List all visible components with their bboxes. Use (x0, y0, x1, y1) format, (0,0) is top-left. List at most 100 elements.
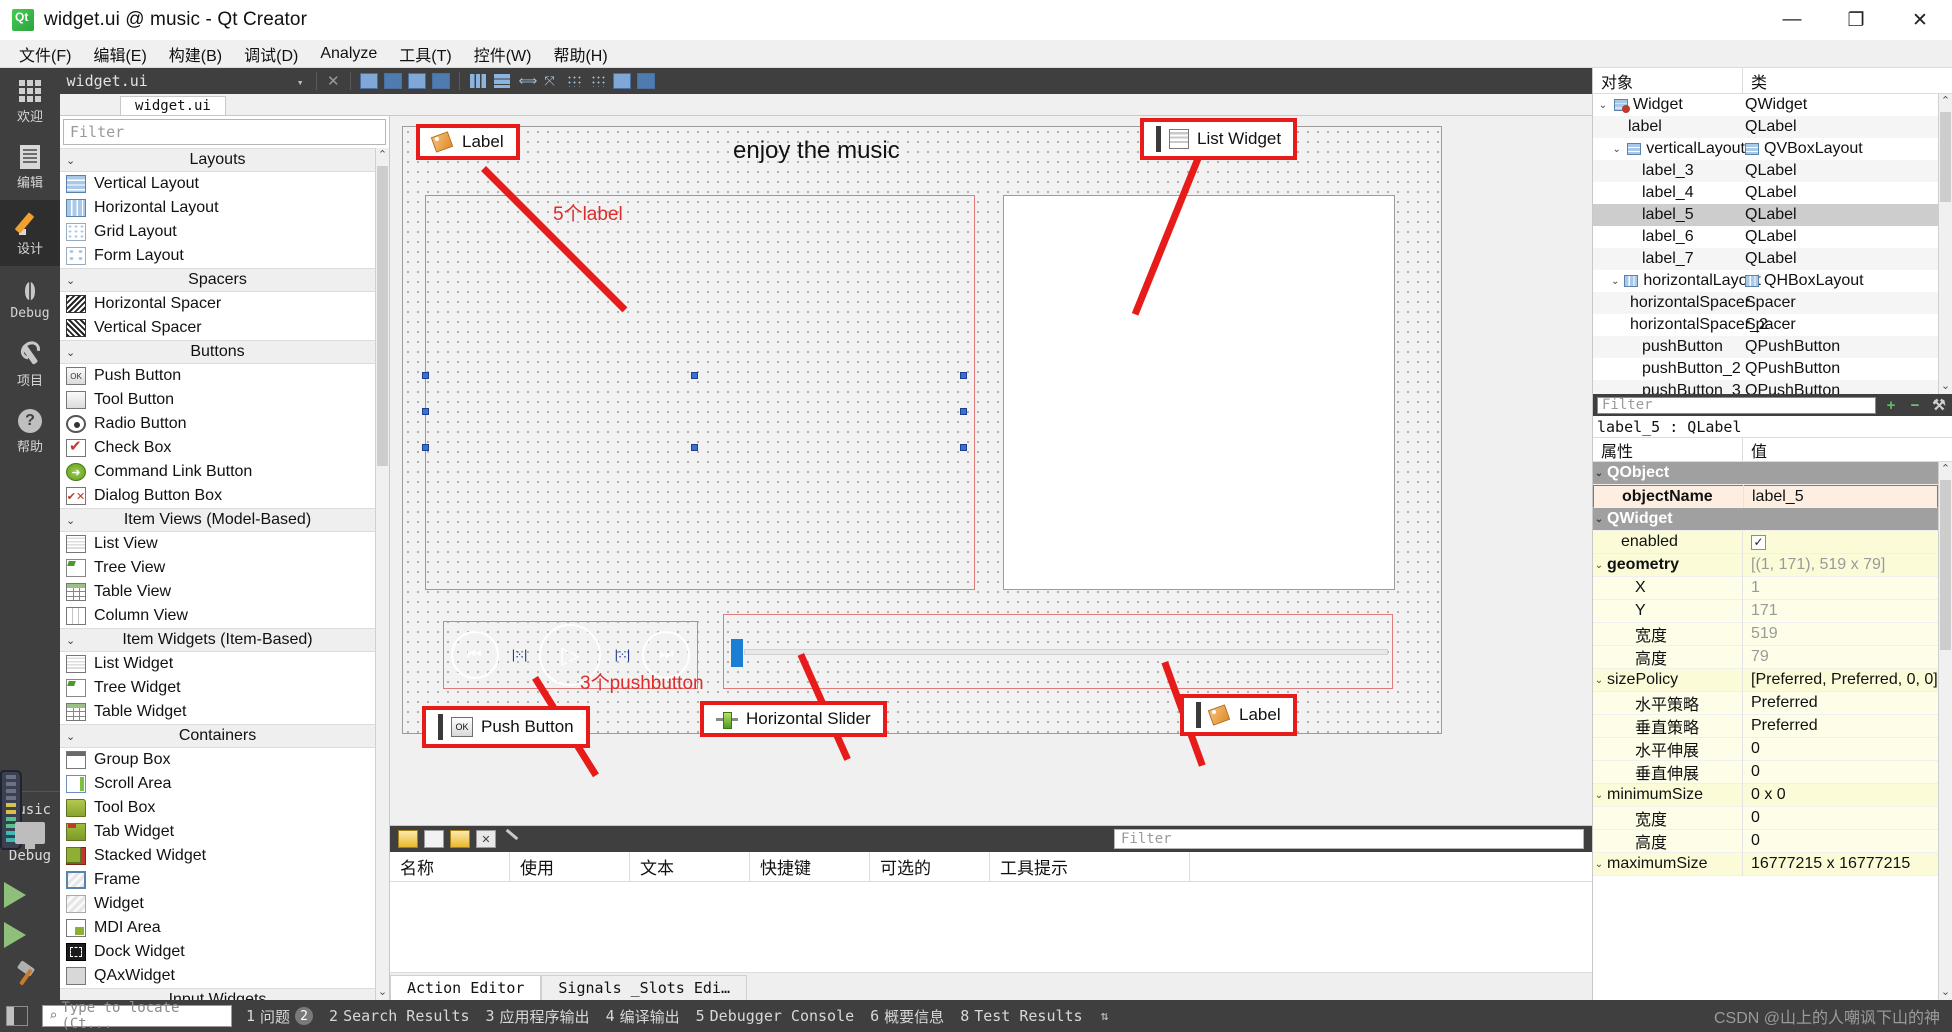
output-pane-编译输出[interactable]: 4 编译输出 (606, 1006, 680, 1027)
object-row-label_7[interactable]: label_7 QLabel (1593, 248, 1938, 270)
property-row-maximumSize[interactable]: ⌄ maximumSize 16777215 x 16777215 (1593, 852, 1938, 876)
property-row-高度[interactable]: 高度 0 (1593, 829, 1938, 853)
mode-edit[interactable]: 编辑 (0, 134, 60, 200)
widget-item-horizontal-spacer[interactable]: Horizontal Spacer (60, 292, 375, 316)
selection-handle[interactable] (422, 444, 429, 451)
widget-item-qaxwidget[interactable]: QAxWidget (60, 964, 375, 988)
menu-item-2[interactable]: 构建(B) (158, 39, 233, 69)
property-list[interactable]: ⌄ QObject objectName label_5 ⌄ QWidget enabled… (1593, 462, 1938, 1000)
layout-splitter-v-icon[interactable]: ⤧ (539, 71, 561, 91)
previous-button[interactable]: ⏮ (450, 631, 499, 679)
menu-item-3[interactable]: 调试(D) (233, 39, 309, 69)
widget-item-widget[interactable]: Widget (60, 892, 375, 916)
object-row-label[interactable]: label QLabel (1593, 116, 1938, 138)
widget-group-spacers[interactable]: ⌄ Spacers (60, 268, 375, 292)
hammer-icon[interactable] (16, 960, 42, 986)
minimize-button[interactable]: — (1760, 0, 1824, 40)
chevron-down-icon[interactable]: ⌄ (1593, 560, 1605, 571)
break-layout-icon[interactable] (611, 71, 633, 91)
chevron-down-icon[interactable]: ⌄ (1593, 675, 1605, 686)
mode-debug[interactable]: Debug (0, 266, 60, 332)
widget-item-tool-box[interactable]: Tool Box (60, 796, 375, 820)
widget-item-scroll-area[interactable]: Scroll Area (60, 772, 375, 796)
run-debug-icon[interactable] (4, 922, 26, 948)
object-inspector-tree[interactable]: ⌄ Widget QWidget label QLabel ⌄ verticalLayout… (1593, 94, 1938, 394)
action-col-3[interactable]: 快捷键 (750, 851, 870, 882)
horizontal-slider[interactable] (731, 638, 1388, 667)
property-row-sizePolicy[interactable]: ⌄ sizePolicy [Preferred, Preferred, 0, 0] (1593, 668, 1938, 692)
object-row-pushButton[interactable]: pushButton QPushButton (1593, 336, 1938, 358)
output-pane-Debugger Console[interactable]: 5 Debugger Console (696, 1007, 855, 1025)
widget-item-radio-button[interactable]: Radio Button (60, 412, 375, 436)
object-row-horizontalSpacer[interactable]: horizontalSpacer Spacer (1593, 292, 1938, 314)
edit-buddies-icon[interactable] (406, 71, 428, 91)
mode-design[interactable]: 设计 (0, 200, 60, 266)
configure-icon[interactable]: ⚒ (1930, 396, 1948, 414)
adjust-size-icon[interactable] (635, 71, 657, 91)
widget-item-push-button[interactable]: OK Push Button (60, 364, 375, 388)
output-pane-Test Results[interactable]: 8 Test Results (960, 1007, 1082, 1025)
open-file-dropdown[interactable]: widget.ui ▾ (60, 72, 310, 90)
object-row-horizontalLayout[interactable]: ⌄ horizontalLayout QHBoxLayout (1593, 270, 1938, 292)
designed-form-window[interactable]: enjoy the music 5个label ⏮ |⁙| ▷ |⁙| ⏭ (402, 126, 1442, 734)
configure-icon[interactable] (502, 830, 522, 848)
widget-item-grid-layout[interactable]: Grid Layout (60, 220, 375, 244)
selection-handle[interactable] (422, 408, 429, 415)
widget-box-scrollbar[interactable]: ⌃ ⌄ (375, 148, 389, 1000)
layout-splitter-h-icon[interactable]: ⟺ (515, 71, 538, 91)
widget-item-horizontal-layout[interactable]: Horizontal Layout (60, 196, 375, 220)
add-property-button[interactable]: + (1882, 397, 1900, 414)
mode-welcome[interactable]: 欢迎 (0, 68, 60, 134)
property-row-X[interactable]: X1 (1593, 576, 1938, 600)
chevron-down-icon[interactable]: ⌄ (1593, 514, 1605, 525)
widget-group-item-views-model-based-[interactable]: ⌄ Item Views (Model-Based) (60, 508, 375, 532)
mode-projects[interactable]: 项目 (0, 332, 60, 398)
chevron-down-icon[interactable]: ⌄ (1593, 859, 1605, 870)
layout-grid-icon[interactable] (587, 71, 609, 91)
property-scrollbar[interactable]: ⌃ ⌄ (1938, 462, 1952, 1000)
chevron-down-icon[interactable]: ⌄ (1611, 144, 1622, 155)
widget-group-containers[interactable]: ⌄ Containers (60, 724, 375, 748)
action-filter-input[interactable]: Filter (1114, 829, 1584, 849)
selection-handle[interactable] (960, 408, 967, 415)
property-row-minimumSize[interactable]: ⌄ minimumSize 0 x 0 (1593, 783, 1938, 807)
property-row-垂直策略[interactable]: 垂直策略 Preferred (1593, 714, 1938, 738)
widget-item-column-view[interactable]: Column View (60, 604, 375, 628)
close-document-button[interactable]: ✕ (323, 72, 344, 90)
property-row-Y[interactable]: Y 171 (1593, 599, 1938, 623)
selection-handle[interactable] (422, 372, 429, 379)
object-row-label_5[interactable]: label_5 QLabel (1593, 204, 1938, 226)
object-row-pushButton_3[interactable]: pushButton_3 QPushButton (1593, 380, 1938, 394)
sidebar-toggle-icon[interactable] (6, 1006, 28, 1026)
chevron-down-icon[interactable]: ⌄ (1597, 100, 1609, 111)
property-row-水平策略[interactable]: 水平策略 Preferred (1593, 691, 1938, 715)
property-row-geometry[interactable]: ⌄ geometry [(1, 171), 519 x 79] (1593, 553, 1938, 577)
layout-horizontal-icon[interactable] (467, 71, 489, 91)
selection-handle[interactable] (691, 372, 698, 379)
selection-handle[interactable] (960, 372, 967, 379)
widget-item-tree-widget[interactable]: Tree Widget (60, 676, 375, 700)
mode-help[interactable]: ? 帮助 (0, 398, 60, 464)
widget-item-form-layout[interactable]: Form Layout (60, 244, 375, 268)
widget-group-layouts[interactable]: ⌄ Layouts (60, 148, 375, 172)
edit-widgets-icon[interactable] (358, 71, 380, 91)
widget-group-item-widgets-item-based-[interactable]: ⌄ Item Widgets (Item-Based) (60, 628, 375, 652)
slider-handle[interactable] (731, 638, 743, 667)
menu-item-1[interactable]: 编辑(E) (82, 39, 157, 69)
widget-item-tab-widget[interactable]: Tab Widget (60, 820, 375, 844)
output-pane-Search Results[interactable]: 2 Search Results (329, 1007, 469, 1025)
menu-item-5[interactable]: 工具(T) (388, 39, 462, 69)
layout-vertical-icon[interactable] (491, 71, 513, 91)
widget-item-table-widget[interactable]: Table Widget (60, 700, 375, 724)
object-row-pushButton_2[interactable]: pushButton_2 QPushButton (1593, 358, 1938, 380)
property-row-QObject[interactable]: ⌄ QObject (1593, 462, 1938, 485)
form-canvas[interactable]: enjoy the music 5个label ⏮ |⁙| ▷ |⁙| ⏭ La… (390, 116, 1592, 825)
output-pane-应用程序输出[interactable]: 3 应用程序输出 (486, 1006, 590, 1027)
menu-item-4[interactable]: Analyze (309, 42, 388, 66)
slider-horizontal-layout[interactable] (723, 614, 1393, 689)
menu-item-0[interactable]: 文件(F) (8, 39, 82, 69)
maximize-button[interactable]: ❐ (1824, 0, 1888, 40)
widget-box-filter-input[interactable]: Filter (63, 119, 386, 145)
widget-item-table-view[interactable]: Table View (60, 580, 375, 604)
tab-signals-slots-editor[interactable]: Signals _Slots Edi… (541, 975, 747, 1000)
